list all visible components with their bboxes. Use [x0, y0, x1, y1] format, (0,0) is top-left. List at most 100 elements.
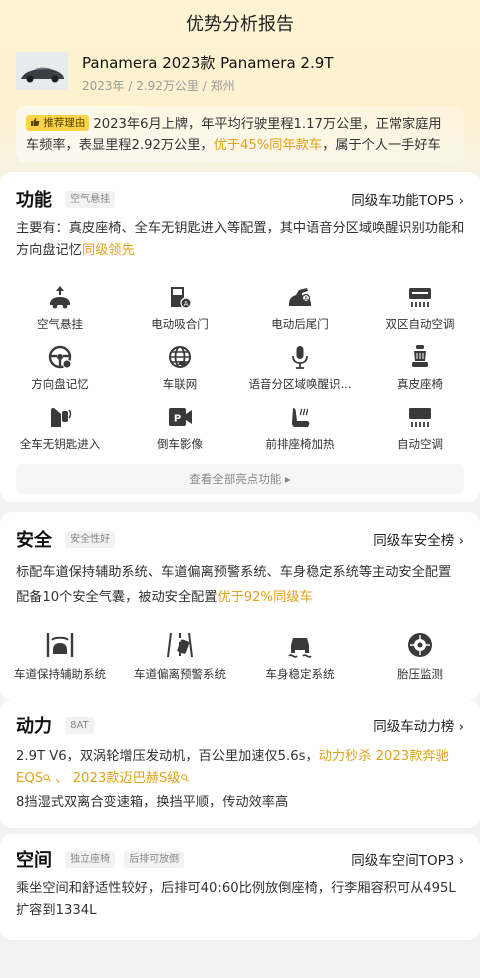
feature-seat-heating[interactable]: 前排座椅加热 — [240, 404, 360, 452]
lane-keep-icon — [46, 633, 74, 657]
search-icon — [43, 774, 51, 782]
feature-voice-wake[interactable]: 语音分区域唤醒识... — [240, 344, 360, 392]
function-desc: 主要有：真皮座椅、全车无钥匙进入等配置，其中语音分区域唤醒识别功能和方向盘记忆同… — [16, 218, 466, 262]
power-tag: 8AT — [65, 716, 94, 734]
connected-car-icon — [169, 346, 191, 368]
function-feature-grid: 空气悬挂 A 电动吸合门 A 电动后尾门 双区自动空调 方向盘记忆 车联网 语音… — [0, 284, 480, 464]
feature-leather-seat[interactable]: 真皮座椅 — [360, 344, 480, 392]
feature-lane-departure[interactable]: 车道偏离预警系统 — [120, 630, 240, 682]
function-card: 功能 空气悬挂 同级车功能TOP5 › 主要有：真皮座椅、全车无钥匙进入等配置，… — [0, 172, 480, 502]
safety-title: 安全 — [16, 530, 52, 551]
svg-text:P: P — [174, 414, 181, 425]
safety-rank-link[interactable]: 同级车安全榜 › — [373, 529, 464, 549]
view-all-features-button[interactable]: 查看全部亮点功能 ▸ — [16, 464, 464, 494]
space-header: 空间 独立座椅 后排可放倒 同级车空间TOP3 › — [16, 846, 464, 871]
feature-label: 空气悬挂 — [37, 317, 83, 331]
feature-label: 车道偏离预警系统 — [134, 667, 226, 681]
feature-keyless-entry[interactable]: 全车无钥匙进入 — [0, 404, 120, 452]
space-tag-2: 后排可放倒 — [124, 850, 185, 868]
power-desc-text: 2.9T V6，双涡轮增压发动机，百公里加速仅5.6s， — [16, 749, 319, 764]
feature-label: 自动空调 — [397, 437, 443, 451]
safety-desc-highlight: 优于92%同级车 — [217, 590, 313, 605]
feature-label: 胎压监测 — [397, 667, 443, 681]
space-tag-1: 独立座椅 — [65, 850, 116, 868]
feature-tire-pressure[interactable]: 胎压监测 — [360, 630, 480, 682]
safety-desc-text: 配备10个安全气囊，被动安全配置 — [16, 590, 218, 605]
feature-reverse-camera[interactable]: P 倒车影像 — [120, 404, 240, 452]
power-card: 动力 8AT 同级车动力榜 › 2.9T V6，双涡轮增压发动机，百公里加速仅5… — [0, 700, 480, 828]
air-suspension-icon — [50, 286, 70, 309]
power-compare-sep: 、 — [51, 771, 73, 786]
power-header: 动力 8AT 同级车动力榜 › — [16, 712, 464, 737]
reverse-camera-icon: P — [169, 408, 192, 426]
svg-text:A: A — [184, 300, 189, 308]
stability-control-icon — [288, 638, 312, 658]
feature-air-suspension[interactable]: 空气悬挂 — [0, 284, 120, 332]
feature-label: 全车无钥匙进入 — [19, 437, 101, 451]
feature-dual-zone-ac[interactable]: 双区自动空调 — [360, 284, 480, 332]
car-thumbnail — [16, 52, 68, 90]
feature-label: 电动后尾门 — [271, 317, 329, 331]
feature-soft-close-door[interactable]: A 电动吸合门 — [120, 284, 240, 332]
feature-label: 倒车影像 — [157, 437, 203, 451]
feature-label: 真皮座椅 — [397, 377, 443, 391]
feature-label: 双区自动空调 — [385, 317, 455, 331]
car-summary[interactable]: Panamera 2023款 Panamera 2.9T 2023年 / 2.9… — [16, 50, 464, 96]
auto-ac-icon — [409, 408, 431, 427]
reason-highlight: 优于45%同年款车 — [213, 138, 323, 153]
safety-feature-grid: 车道保持辅助系统 车道偏离预警系统 车身稳定系统 胎压监测 — [0, 630, 480, 690]
space-card: 空间 独立座椅 后排可放倒 同级车空间TOP3 › 乘坐空间和舒适性较好，后排可… — [0, 834, 480, 940]
car-name: Panamera 2023款 Panamera 2.9T — [82, 54, 334, 72]
power-title: 动力 — [16, 716, 52, 737]
safety-desc: 标配车道保持辅助系统、车道偏离预警系统、车身稳定系统等主动安全配置 配备10个安… — [16, 560, 466, 610]
space-top3-link[interactable]: 同级车空间TOP3 › — [351, 849, 464, 869]
steering-memory-icon — [48, 345, 72, 369]
safety-tag: 安全性好 — [65, 530, 116, 548]
feature-label: 前排座椅加热 — [265, 437, 335, 451]
lane-departure-icon — [167, 632, 193, 658]
safety-desc-line2: 配备10个安全气囊，被动安全配置优于92%同级车 — [16, 585, 466, 610]
seat-heating-icon — [292, 408, 310, 427]
keyless-entry-icon — [51, 408, 72, 427]
tire-pressure-icon — [408, 633, 432, 657]
space-title: 空间 — [16, 850, 52, 871]
reason-text-tail: ，属于个人一手好车 — [322, 138, 441, 153]
feature-label: 车身稳定系统 — [265, 667, 335, 681]
recommend-badge-label: 推荐理由 — [43, 117, 86, 129]
feature-label: 车道保持辅助系统 — [14, 667, 106, 681]
recommend-badge: 推荐理由 — [26, 115, 90, 131]
feature-lane-keep[interactable]: 车道保持辅助系统 — [0, 630, 120, 682]
power-tailgate-icon: A — [289, 288, 311, 306]
voice-wake-icon — [292, 346, 308, 369]
feature-auto-ac[interactable]: 自动空调 — [360, 404, 480, 452]
search-icon — [180, 774, 189, 782]
function-title: 功能 — [16, 190, 52, 211]
safety-desc-line1: 标配车道保持辅助系统、车道偏离预警系统、车身稳定系统等主动安全配置 — [16, 565, 452, 580]
feature-label: 方向盘记忆 — [31, 377, 89, 391]
function-tag: 空气悬挂 — [65, 190, 116, 208]
soft-close-door-icon: A — [171, 287, 192, 309]
feature-label: 电动吸合门 — [151, 317, 209, 331]
feature-connected-car[interactable]: 车联网 — [120, 344, 240, 392]
feature-label: 语音分区域唤醒识... — [248, 377, 352, 391]
feature-label: 车联网 — [162, 377, 198, 391]
leather-seat-icon — [412, 345, 428, 367]
power-rank-link[interactable]: 同级车动力榜 › — [373, 715, 464, 735]
recommend-reason: 推荐理由 2023年6月上牌，年平均行驶里程1.17万公里，正常家庭用车频率，表… — [16, 106, 464, 162]
safety-header: 安全 安全性好 同级车安全榜 › — [16, 526, 464, 551]
function-header: 功能 空气悬挂 同级车功能TOP5 › — [16, 186, 464, 211]
function-top5-link[interactable]: 同级车功能TOP5 › — [351, 189, 464, 209]
feature-stability-control[interactable]: 车身稳定系统 — [240, 630, 360, 682]
function-desc-highlight: 同级领先 — [81, 243, 135, 258]
feature-power-tailgate[interactable]: A 电动后尾门 — [240, 284, 360, 332]
feature-steering-memory[interactable]: 方向盘记忆 — [0, 344, 120, 392]
power-desc: 2.9T V6，双涡轮增压发动机，百公里加速仅5.6s，动力秒杀 2023款奔驰… — [16, 746, 466, 790]
space-desc: 乘坐空间和舒适性较好，后排可40:60比例放倒座椅，行李厢容积可从495L扩容到… — [16, 881, 456, 918]
thumbs-up-icon — [31, 118, 40, 126]
dual-zone-ac-icon — [409, 288, 431, 307]
safety-card: 安全 安全性好 同级车安全榜 › 标配车道保持辅助系统、车道偏离预警系统、车身稳… — [0, 512, 480, 700]
power-compare-maybach[interactable]: 2023款迈巴赫S级 — [73, 771, 181, 786]
power-desc-line2: 8挡湿式双离合变速箱，换挡平顺，传动效率高 — [16, 795, 289, 810]
page-title: 优势分析报告 — [186, 14, 294, 35]
car-meta: 2023年 / 2.92万公里 / 郑州 — [82, 79, 235, 93]
